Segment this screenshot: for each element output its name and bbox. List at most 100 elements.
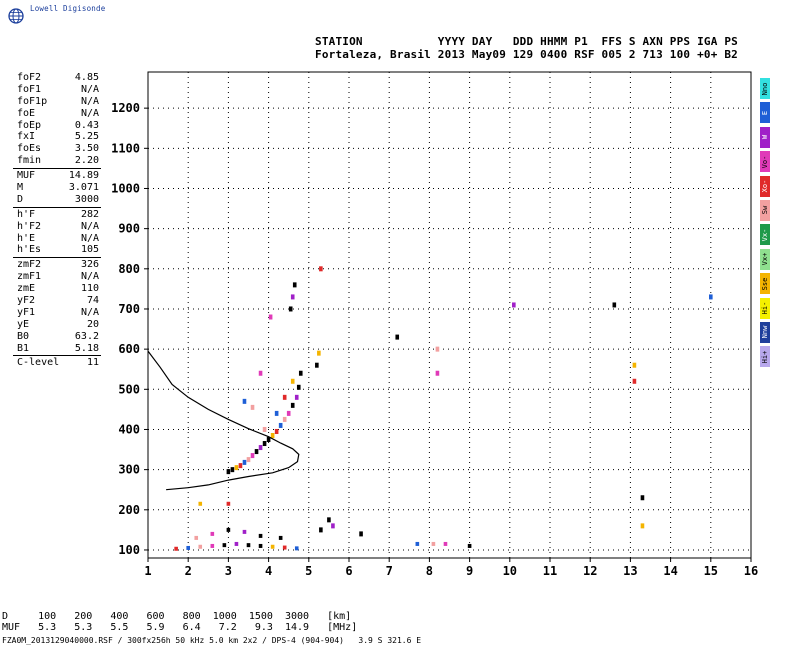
legend-item-vx-: Vx+ xyxy=(760,248,770,270)
f-trace-point xyxy=(395,334,400,340)
f-trace-point xyxy=(317,350,321,356)
f-trace-point xyxy=(290,294,295,300)
legend-item-nno: Nno xyxy=(760,78,770,99)
e-trace-point xyxy=(174,546,178,551)
x-tick-label: 4 xyxy=(265,564,272,578)
f-trace-point xyxy=(298,370,303,376)
f-trace-point xyxy=(290,378,295,384)
e-trace-point xyxy=(294,546,299,551)
muf-table-row-muf: MUF 5.3 5.3 5.5 5.9 6.4 7.2 9.3 14.9 [MH… xyxy=(2,622,358,633)
f-trace-point xyxy=(258,445,263,451)
f-trace-point xyxy=(274,428,279,434)
f-trace-point xyxy=(226,469,231,475)
f-trace-point xyxy=(262,426,267,432)
x-tick-label: 13 xyxy=(623,564,637,578)
y-tick-label: 300 xyxy=(118,463,140,477)
x-tick-label: 7 xyxy=(386,564,393,578)
x-tick-label: 10 xyxy=(503,564,517,578)
f-trace-point xyxy=(292,282,297,288)
x-tick-label: 16 xyxy=(744,564,758,578)
e-trace-point xyxy=(431,541,436,546)
f-trace-point xyxy=(282,416,287,422)
e-trace-point xyxy=(198,501,203,506)
y-tick-label: 500 xyxy=(118,382,140,396)
f-trace-point xyxy=(632,362,637,368)
f-trace-point xyxy=(230,467,235,473)
legend-label: Nnw xyxy=(761,326,769,339)
e-trace-point xyxy=(258,533,263,538)
x-tick-label: 8 xyxy=(426,564,433,578)
y-tick-label: 900 xyxy=(118,222,140,236)
y-tick-label: 700 xyxy=(118,302,140,316)
f-trace-point xyxy=(250,404,255,410)
legend-label: Sw xyxy=(761,206,769,215)
f-trace-point xyxy=(435,370,440,376)
legend-item-sw: Sw xyxy=(760,199,770,221)
legend-item-sse: Sse xyxy=(760,273,770,295)
plot-frame xyxy=(147,71,752,559)
f-trace-point xyxy=(640,523,645,529)
f-trace-point xyxy=(246,457,251,463)
f-trace-point xyxy=(254,449,259,455)
x-tick-label: 6 xyxy=(345,564,352,578)
e-trace-point xyxy=(198,544,203,549)
f-trace-point xyxy=(512,302,516,308)
legend-item-hi-: Hi- xyxy=(760,297,770,319)
legend-item-vx-: Vx- xyxy=(760,224,770,246)
f-trace-point xyxy=(288,306,293,312)
legend-label: Hi+ xyxy=(761,350,769,364)
f-trace-point xyxy=(242,459,247,465)
muf-table-row-distance: D 100 200 400 600 800 1000 1500 3000 [km… xyxy=(2,611,352,622)
y-tick-label: 1200 xyxy=(111,101,140,115)
legend-item-xo-: Xo- xyxy=(760,175,770,197)
e-trace-point xyxy=(443,541,448,546)
f-trace-point xyxy=(290,402,295,408)
legend-label: Xo- xyxy=(761,179,769,193)
legend-label: Vx+ xyxy=(761,252,769,266)
e-trace-point xyxy=(194,535,199,540)
y-tick-label: 100 xyxy=(118,543,140,557)
e-trace-point xyxy=(467,543,472,548)
e-trace-point xyxy=(415,541,420,546)
y-tick-label: 1000 xyxy=(111,181,140,195)
x-tick-label: 3 xyxy=(225,564,232,578)
x-tick-label: 1 xyxy=(144,564,151,578)
legend-label: Sse xyxy=(761,277,769,290)
f-trace-point xyxy=(359,531,363,537)
x-tick-label: 5 xyxy=(305,564,312,578)
legend-label: Hi- xyxy=(761,301,769,315)
ionogram-chart: 1 2 3 4 5 6 7 8 9 10 11 12 13 14 15 1610020030040050060… xyxy=(111,71,758,578)
f-trace-point xyxy=(278,422,283,428)
e-trace-point xyxy=(246,543,251,548)
f-trace-point xyxy=(274,410,279,416)
f-trace-point xyxy=(327,517,331,523)
f-trace-point xyxy=(268,314,273,320)
f-trace-point xyxy=(242,398,247,404)
f-trace-point xyxy=(640,495,645,501)
f-trace-point xyxy=(319,266,323,272)
legend-item-hi-: Hi+ xyxy=(760,346,770,368)
legend-item-vo-: Vo- xyxy=(760,151,770,173)
f-trace-point xyxy=(632,378,637,384)
legend-item-w: W xyxy=(760,126,770,148)
e-trace-point xyxy=(242,529,247,534)
x-tick-label: 15 xyxy=(704,564,718,578)
e-trace-point xyxy=(210,543,215,548)
e-trace-point xyxy=(222,543,227,548)
f-trace-point xyxy=(258,370,263,376)
x-tick-label: 2 xyxy=(185,564,192,578)
f-trace-point xyxy=(238,463,243,469)
y-tick-label: 800 xyxy=(118,262,140,276)
legend-label: Vo- xyxy=(761,155,769,168)
x-tick-label: 11 xyxy=(543,564,557,578)
f-trace-point xyxy=(435,346,440,352)
legend-label: E xyxy=(761,110,769,115)
legend-item-nnw: Nnw xyxy=(760,321,770,343)
e-trace-point xyxy=(210,531,215,536)
f-trace-point xyxy=(331,523,335,529)
f-trace-point xyxy=(270,432,275,438)
f-trace-point xyxy=(315,362,319,368)
f-trace-point xyxy=(319,527,323,533)
e-trace-point xyxy=(282,545,287,550)
e-trace-point xyxy=(278,535,283,540)
